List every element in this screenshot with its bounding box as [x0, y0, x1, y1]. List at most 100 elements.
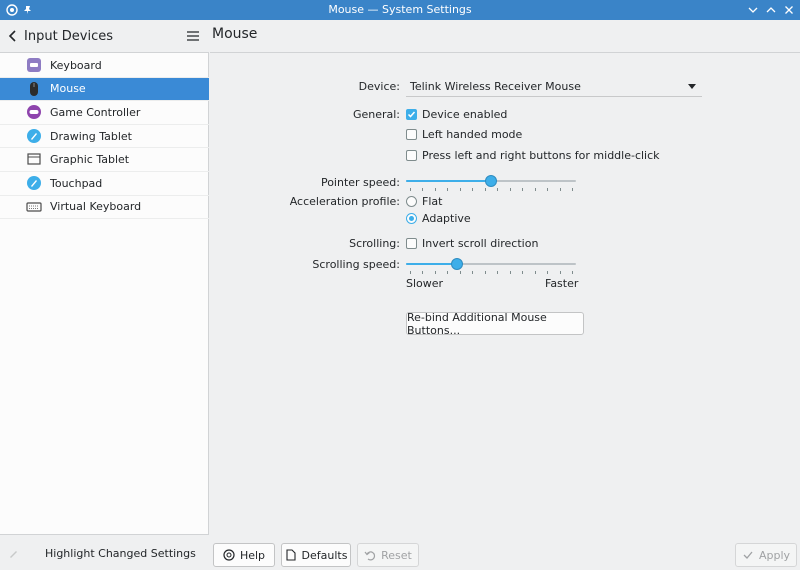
sidebar-item-drawing-tablet[interactable]: Drawing Tablet	[0, 125, 209, 149]
keyboard-icon	[26, 57, 42, 73]
slider-tick	[472, 188, 473, 191]
slider-tick	[497, 188, 498, 191]
device-dropdown[interactable]: Telink Wireless Receiver Mouse	[406, 77, 702, 97]
mouse-icon	[26, 81, 42, 97]
drawing-tablet-icon	[26, 128, 42, 144]
slider-tick	[547, 271, 548, 274]
slider-ticks	[406, 271, 576, 274]
sidebar-item-label: Touchpad	[50, 176, 103, 190]
device-enabled-label: Device enabled	[422, 108, 508, 121]
scrolling-speed-label: Scrolling speed:	[312, 258, 400, 271]
sidebar-item-mouse[interactable]: Mouse	[0, 77, 209, 102]
slider-tick	[497, 271, 498, 274]
scrolling-speed-slider[interactable]	[406, 258, 576, 275]
highlight-changed-settings-label: Highlight Changed Settings	[45, 547, 196, 560]
page-title: Mouse	[212, 26, 258, 42]
window-title: Mouse — System Settings	[328, 3, 472, 16]
reset-label: Reset	[381, 548, 412, 562]
slider-tick	[510, 188, 511, 191]
scrolling-label: Scrolling:	[349, 237, 400, 250]
slider-handle[interactable]	[451, 258, 463, 270]
middle-click-checkbox[interactable]	[406, 150, 417, 161]
sidebar-item-graphic-tablet[interactable]: Graphic Tablet	[0, 148, 209, 172]
reset-button[interactable]: Reset	[357, 543, 419, 567]
back-arrow-icon[interactable]	[6, 29, 20, 43]
invert-scroll-checkbox[interactable]	[406, 238, 417, 249]
slider-tick	[447, 271, 448, 274]
rebind-mouse-buttons-button[interactable]: Re-bind Additional Mouse Buttons...	[406, 310, 584, 337]
window-titlebar[interactable]: Mouse — System Settings	[0, 0, 800, 20]
slider-tick	[422, 188, 423, 191]
slider-tick	[522, 188, 523, 191]
slider-tick	[547, 188, 548, 191]
sidebar-item-virtual-keyboard[interactable]: Virtual Keyboard	[0, 196, 209, 220]
document-defaults-icon	[285, 549, 297, 561]
slider-handle[interactable]	[485, 175, 497, 187]
slider-tick	[522, 271, 523, 274]
undo-icon	[364, 549, 376, 561]
page-header: Mouse	[210, 20, 800, 53]
virtual-keyboard-icon	[26, 199, 42, 215]
sidebar-item-game-controller[interactable]: Game Controller	[0, 101, 209, 125]
defaults-label: Defaults	[301, 548, 348, 562]
slider-tick	[447, 188, 448, 191]
slider-tick	[572, 188, 573, 191]
flat-label: Flat	[422, 195, 443, 208]
device-enabled-checkbox[interactable]	[406, 109, 417, 120]
hamburger-menu-icon[interactable]	[186, 30, 200, 42]
sidebar-list: Keyboard Mouse Game Controller Drawing T…	[0, 54, 209, 220]
sidebar-header: Input Devices	[0, 20, 209, 53]
chevron-down-icon	[688, 84, 696, 89]
left-handed-checkbox[interactable]	[406, 129, 417, 140]
slower-label: Slower	[406, 277, 444, 290]
sidebar-item-touchpad[interactable]: Touchpad	[0, 172, 209, 196]
sidebar-item-label: Mouse	[50, 82, 86, 96]
slider-tick	[410, 271, 411, 274]
defaults-button[interactable]: Defaults	[281, 543, 351, 567]
flat-radio[interactable]	[406, 196, 417, 207]
sidebar-item-label: Drawing Tablet	[50, 129, 132, 143]
touchpad-icon	[26, 175, 42, 191]
apply-button[interactable]: Apply	[735, 543, 797, 567]
slider-tick	[485, 188, 486, 191]
game-controller-icon	[26, 104, 42, 120]
slider-tick	[435, 188, 436, 191]
slider-tick	[510, 271, 511, 274]
device-dropdown-value: Telink Wireless Receiver Mouse	[410, 80, 581, 93]
highlight-icon	[8, 547, 20, 559]
rebind-mouse-buttons-label: Re-bind Additional Mouse Buttons...	[407, 310, 547, 337]
slider-ticks	[406, 188, 576, 191]
adaptive-radio[interactable]	[406, 213, 417, 224]
adaptive-label: Adaptive	[422, 212, 471, 225]
left-handed-label: Left handed mode	[422, 128, 523, 141]
help-button[interactable]: Help	[213, 543, 275, 567]
minimize-icon[interactable]	[745, 2, 761, 18]
device-label: Device:	[358, 80, 400, 93]
slider-tick	[472, 271, 473, 274]
help-icon	[223, 549, 235, 561]
main-panel: Mouse Device: Telink Wireless Receiver M…	[210, 20, 800, 570]
close-icon[interactable]	[781, 2, 797, 18]
slider-tick	[435, 271, 436, 274]
apply-label: Apply	[758, 548, 791, 562]
sidebar-item-keyboard[interactable]: Keyboard	[0, 54, 209, 78]
maximize-icon[interactable]	[763, 2, 779, 18]
acceleration-profile-label: Acceleration profile:	[289, 195, 400, 208]
slider-tick	[460, 271, 461, 274]
sidebar-item-label: Game Controller	[50, 105, 141, 119]
sidebar: Input Devices Keyboard Mouse Game Contro…	[0, 20, 209, 570]
slider-fill	[406, 263, 457, 265]
sidebar-title: Input Devices	[24, 29, 114, 44]
slider-tick	[560, 271, 561, 274]
slider-tick	[460, 188, 461, 191]
checkmark-icon	[742, 549, 754, 561]
help-label: Help	[239, 548, 266, 562]
slider-tick	[535, 271, 536, 274]
pointer-speed-slider[interactable]	[406, 175, 576, 192]
middle-click-label: Press left and right buttons for middle-…	[422, 149, 660, 162]
slider-tick	[572, 271, 573, 274]
highlight-changed-settings-button[interactable]: Highlight Changed Settings	[0, 534, 209, 570]
invert-scroll-label: Invert scroll direction	[422, 237, 539, 250]
slider-tick	[485, 271, 486, 274]
sidebar-item-label: Graphic Tablet	[50, 153, 130, 167]
